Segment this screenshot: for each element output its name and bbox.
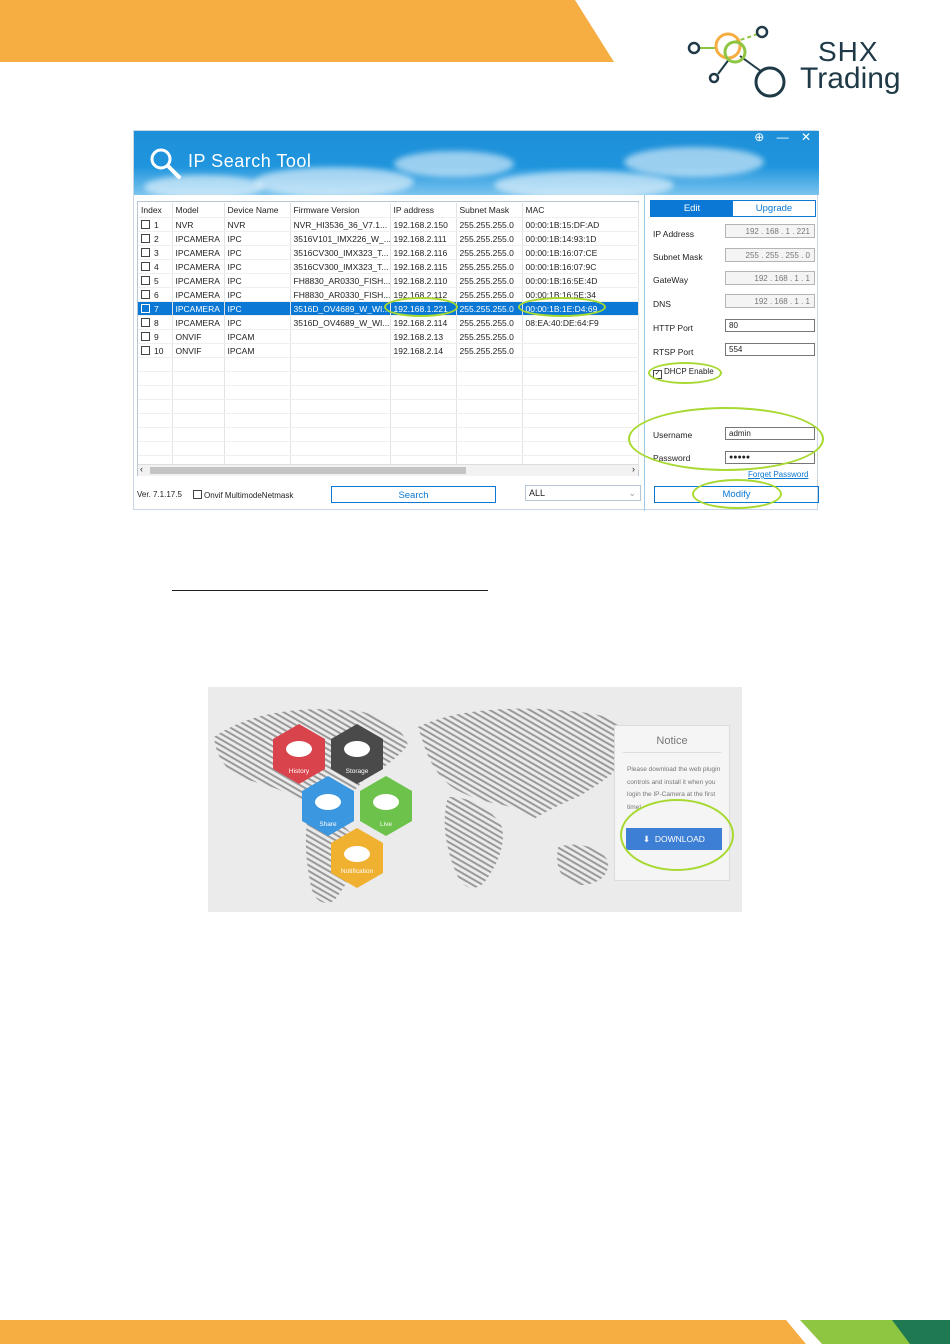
- download-storage-icon: [344, 741, 370, 757]
- dns-label: DNS: [653, 299, 671, 309]
- empty-row: [138, 385, 639, 400]
- tab-upgrade[interactable]: Upgrade: [733, 201, 815, 216]
- empty-row: [138, 357, 639, 372]
- col-index[interactable]: Index: [138, 203, 173, 218]
- hex-label-history: History: [289, 768, 310, 775]
- empty-row: [138, 399, 639, 414]
- download-button[interactable]: ⬇ DOWNLOAD: [626, 828, 722, 850]
- empty-row: [138, 427, 639, 442]
- subnet-mask-field[interactable]: 255 . 255 . 255 . 0: [725, 248, 815, 262]
- username-label: Username: [653, 430, 693, 440]
- onvif-multimode-checkbox[interactable]: Onvif MultimodeNetmask: [193, 490, 293, 500]
- table-row[interactable]: 8 IPCAMERA IPC 3516D_OV4689_W_WI... 192.168…: [138, 315, 639, 330]
- hex-label-storage: Storage: [346, 768, 369, 775]
- chevron-down-icon: ⌄: [628, 488, 636, 498]
- window-title: IP Search Tool: [188, 151, 312, 171]
- share-icon: [315, 794, 341, 810]
- table-row[interactable]: 10 ONVIF IPCAM 192.168.2.14 255.255.255.0: [138, 343, 639, 358]
- username-field[interactable]: admin: [725, 427, 815, 440]
- row-checkbox[interactable]: [141, 219, 150, 229]
- table-row[interactable]: 9 ONVIF IPCAM 192.168.2.13 255.255.255.0: [138, 329, 639, 344]
- rtsp-port-field[interactable]: 554: [725, 343, 815, 356]
- table-row[interactable]: 4 IPCAMERA IPC 3516CV300_IMX323_T... 192.16…: [138, 259, 639, 274]
- row-checkbox[interactable]: [141, 303, 150, 313]
- gateway-field[interactable]: 192 . 168 . 1 . 1: [725, 271, 815, 285]
- scroll-left-icon[interactable]: ‹: [140, 464, 143, 474]
- device-filter-select[interactable]: ALL ⌄: [525, 485, 641, 501]
- table-row[interactable]: 2 IPCAMERA IPC 3516V101_IMX226_W_... 192.16…: [138, 231, 639, 246]
- row-checkbox[interactable]: [141, 317, 150, 327]
- close-icon[interactable]: ✕: [801, 131, 811, 144]
- magnifier-icon: [150, 148, 181, 179]
- notice-panel: Notice Please download the web plugin co…: [614, 725, 730, 881]
- history-icon: [286, 741, 312, 757]
- tab-edit[interactable]: Edit: [651, 201, 733, 216]
- empty-row: [138, 371, 639, 386]
- panel-divider: [644, 195, 645, 511]
- settings-icon[interactable]: ⊕: [754, 131, 764, 144]
- row-checkbox[interactable]: [141, 261, 150, 271]
- password-field[interactable]: ●●●●●: [725, 451, 815, 464]
- col-model[interactable]: Model: [172, 203, 225, 218]
- table-row[interactable]: 1 NVR NVR NVR_HI3536_36_V7.1... 192.168.2.1…: [138, 217, 639, 232]
- col-firmware[interactable]: Firmware Version: [290, 203, 391, 218]
- empty-row: [138, 413, 639, 428]
- col-ip[interactable]: IP address: [390, 203, 457, 218]
- forget-password-link[interactable]: Forget Password: [748, 470, 808, 479]
- http-port-field[interactable]: 80: [725, 319, 815, 332]
- http-port-label: HTTP Port: [653, 323, 693, 333]
- table-row-selected[interactable]: 7 IPCAMERA IPC 3516D_OV4689_W_WI... 192.168…: [138, 301, 639, 316]
- rtsp-port-label: RTSP Port: [653, 347, 694, 357]
- row-checkbox[interactable]: [141, 247, 150, 257]
- row-checkbox[interactable]: [141, 289, 150, 299]
- gateway-label: GateWay: [653, 275, 689, 285]
- dns-field[interactable]: 192 . 168 . 1 . 1: [725, 294, 815, 308]
- video-icon: [373, 794, 399, 810]
- check-icon[interactable]: ✓: [653, 370, 662, 379]
- chat-icon: [344, 846, 370, 862]
- minimize-icon[interactable]: —: [777, 131, 789, 144]
- row-checkbox[interactable]: [141, 233, 150, 243]
- horizontal-scrollbar[interactable]: ‹ ›: [138, 464, 638, 476]
- col-mask[interactable]: Subnet Mask: [456, 203, 523, 218]
- notice-title: Notice: [656, 735, 688, 747]
- dhcp-enable-checkbox[interactable]: ✓ DHCP Enable: [653, 367, 714, 379]
- col-mac[interactable]: MAC: [522, 203, 639, 218]
- hex-label-live: Live: [380, 821, 392, 828]
- table-header: Index Model Device Name Firmware Version…: [138, 203, 639, 218]
- hex-label-notification: Notification: [341, 868, 374, 875]
- row-checkbox[interactable]: [141, 275, 150, 285]
- table-row[interactable]: 5 IPCAMERA IPC FH8830_AR0330_FISH... 192.16…: [138, 273, 639, 288]
- password-label: Password: [653, 453, 691, 463]
- title-bar: IP Search Tool ⊕ — ✕: [134, 131, 819, 195]
- web-login-screen: History Storage Share Live Notification …: [208, 687, 742, 912]
- row-checkbox[interactable]: [141, 345, 150, 355]
- download-arrow-icon: ⬇: [643, 834, 655, 844]
- subnet-mask-label: Subnet Mask: [653, 252, 703, 262]
- ip-search-tool-window: IP Search Tool ⊕ — ✕ Index Model Device …: [133, 130, 824, 511]
- notice-message: Please download the web plugin controls …: [627, 766, 721, 811]
- hex-label-share: Share: [319, 821, 337, 828]
- logo-text-trading: Trading: [800, 62, 901, 95]
- search-button[interactable]: Search: [331, 486, 496, 503]
- edit-upgrade-tabs: Edit Upgrade: [650, 200, 816, 217]
- checkbox-icon[interactable]: [193, 490, 202, 499]
- underline-rule: [172, 590, 488, 591]
- footer-band: [0, 1320, 950, 1344]
- row-checkbox[interactable]: [141, 331, 150, 341]
- window-controls: ⊕ — ✕: [745, 131, 811, 144]
- scroll-right-icon[interactable]: ›: [632, 464, 635, 474]
- col-device-name[interactable]: Device Name: [224, 203, 291, 218]
- table-row[interactable]: 6 IPCAMERA IPC FH8830_AR0330_FISH... 192.16…: [138, 287, 639, 302]
- ip-address-field[interactable]: 192 . 168 . 1 . 221: [725, 224, 815, 238]
- empty-row: [138, 441, 639, 456]
- modify-button[interactable]: Modify: [654, 486, 819, 503]
- scroll-thumb[interactable]: [150, 467, 466, 474]
- ip-address-label: IP Address: [653, 229, 694, 239]
- device-table: Index Model Device Name Firmware Version…: [138, 203, 639, 470]
- notice-divider: [623, 752, 721, 753]
- table-row[interactable]: 3 IPCAMERA IPC 3516CV300_IMX323_T... 192.16…: [138, 245, 639, 260]
- version-label: Ver. 7.1.17.5: [137, 490, 182, 499]
